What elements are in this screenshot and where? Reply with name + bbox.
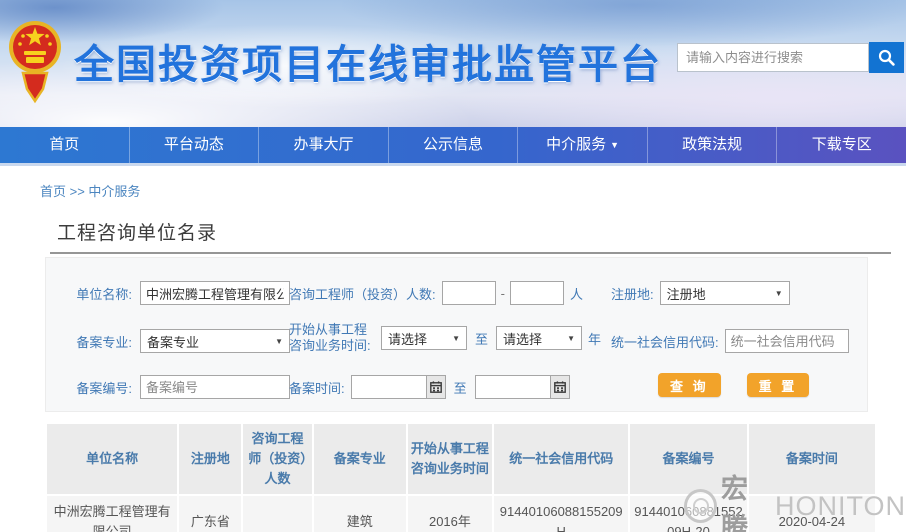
calendar-to-button[interactable] xyxy=(550,375,570,399)
cell-start-time: 2016年 xyxy=(408,496,492,532)
nav-item-policies[interactable]: 政策法规 xyxy=(648,127,778,163)
engineer-count-max-input[interactable] xyxy=(510,281,564,305)
engineer-count-min-input[interactable] xyxy=(442,281,496,305)
column-header-credit-code: 统一社会信用代码 xyxy=(494,424,628,494)
site-header: 全国投资项目在线审批监管平台 xyxy=(0,0,906,127)
selected-value: 注册地 xyxy=(667,284,706,303)
cell-record-major: 建筑 xyxy=(314,496,406,532)
record-major-select[interactable]: 备案专业 ▼ xyxy=(140,329,290,353)
record-time-from-input[interactable] xyxy=(351,375,427,399)
site-title: 全国投资项目在线审批监管平台 xyxy=(74,32,662,90)
record-time-to-input[interactable] xyxy=(475,375,551,399)
column-header-record-time: 备案时间 xyxy=(749,424,875,494)
results-table: 单位名称 注册地 咨询工程师（投资）人数 备案专业 开始从事工程咨询业务时间 统… xyxy=(45,422,877,532)
title-divider xyxy=(50,252,891,254)
nav-label: 办事大厅 xyxy=(293,136,353,153)
chevron-down-icon: ▼ xyxy=(610,140,619,150)
column-header-register-area: 注册地 xyxy=(179,424,241,494)
cell-register-area: 广东省 xyxy=(179,496,241,532)
nav-item-public-info[interactable]: 公示信息 xyxy=(389,127,519,163)
credit-code-group: 统一社会信用代码: xyxy=(611,328,849,354)
register-area-label: 注册地: xyxy=(611,284,654,303)
main-nav: 首页 平台动态 办事大厅 公示信息 中介服务 ▼ 政策法规 下载专区 xyxy=(0,127,906,166)
unit-name-group: 单位名称: xyxy=(64,280,290,306)
start-year-to-select[interactable]: 请选择 ▼ xyxy=(496,326,582,350)
credit-code-input[interactable] xyxy=(725,329,849,353)
search-button[interactable] xyxy=(869,42,904,73)
column-header-start-time: 开始从事工程咨询业务时间 xyxy=(408,424,492,494)
nav-item-home[interactable]: 首页 xyxy=(0,127,130,163)
start-time-label-line1: 开始从事工程 xyxy=(289,322,367,337)
nav-item-service-hall[interactable]: 办事大厅 xyxy=(259,127,389,163)
unit-name-label: 单位名称: xyxy=(64,284,132,303)
to-connector: 至 xyxy=(475,329,488,348)
engineer-count-group: 咨询工程师（投资）人数: - 人 xyxy=(289,280,583,306)
reset-button[interactable]: 重 置 xyxy=(747,373,810,397)
unit-name-input[interactable] xyxy=(140,281,290,305)
nav-label: 下载专区 xyxy=(812,136,872,153)
chevron-down-icon: ▼ xyxy=(452,334,460,343)
nav-item-intermediary-service[interactable]: 中介服务 ▼ xyxy=(518,127,648,163)
search-icon xyxy=(878,49,895,66)
table-header-row: 单位名称 注册地 咨询工程师（投资）人数 备案专业 开始从事工程咨询业务时间 统… xyxy=(47,424,875,494)
record-time-group: 备案时间: 至 xyxy=(289,374,570,400)
page-title: 工程咨询单位名录 xyxy=(57,218,217,245)
nav-item-platform-news[interactable]: 平台动态 xyxy=(130,127,260,163)
column-header-record-number: 备案编号 xyxy=(630,424,746,494)
breadcrumb[interactable]: 首页 >> 中介服务 xyxy=(40,181,140,200)
selected-value: 请选择 xyxy=(503,329,542,348)
credit-code-label: 统一社会信用代码: xyxy=(611,332,719,351)
engineer-count-label: 咨询工程师（投资）人数: xyxy=(289,284,436,303)
cell-record-number: 91440106088155209H-20 xyxy=(630,496,746,532)
record-number-group: 备案编号: xyxy=(64,374,290,400)
chevron-down-icon: ▼ xyxy=(775,289,783,298)
column-header-unit-name: 单位名称 xyxy=(47,424,177,494)
start-time-group: 开始从事工程 咨询业务时间: 请选择 ▼ 至 请选择 ▼ 年 xyxy=(289,320,601,356)
record-time-label: 备案时间: xyxy=(289,378,345,397)
column-header-record-major: 备案专业 xyxy=(314,424,406,494)
to-connector: 至 xyxy=(454,378,467,397)
nav-label: 公示信息 xyxy=(423,136,483,153)
chevron-down-icon: ▼ xyxy=(567,334,575,343)
engineer-count-unit: 人 xyxy=(570,284,583,303)
form-actions: 查 询 重 置 xyxy=(658,372,809,398)
nav-label: 首页 xyxy=(49,136,79,153)
year-unit: 年 xyxy=(588,329,601,348)
calendar-icon xyxy=(430,381,442,393)
query-button[interactable]: 查 询 xyxy=(658,373,721,397)
national-emblem-icon xyxy=(8,11,62,107)
selected-value: 请选择 xyxy=(388,329,427,348)
record-major-group: 备案专业: 备案专业 ▼ xyxy=(64,328,290,354)
chevron-down-icon: ▼ xyxy=(275,337,283,346)
record-number-input[interactable] xyxy=(140,375,290,399)
search-input[interactable] xyxy=(677,43,869,72)
register-area-select[interactable]: 注册地 ▼ xyxy=(660,281,790,305)
calendar-from-button[interactable] xyxy=(426,375,446,399)
start-time-label: 开始从事工程 咨询业务时间: xyxy=(289,322,375,354)
filter-panel: 单位名称: 咨询工程师（投资）人数: - 人 注册地: 注册地 ▼ 备案专业: … xyxy=(45,257,868,412)
start-time-label-line2: 咨询业务时间: xyxy=(289,338,371,353)
header-search xyxy=(677,42,904,73)
nav-label: 中介服务 xyxy=(546,136,606,153)
table-row: 中洲宏腾工程管理有限公司 广东省 建筑 2016年 91440106088155… xyxy=(47,496,875,532)
cell-credit-code: 91440106088155209H xyxy=(494,496,628,532)
register-area-group: 注册地: 注册地 ▼ xyxy=(611,280,790,306)
nav-label: 政策法规 xyxy=(682,136,742,153)
nav-item-downloads[interactable]: 下载专区 xyxy=(777,127,906,163)
calendar-icon xyxy=(554,381,566,393)
record-major-label: 备案专业: xyxy=(64,332,132,351)
cell-unit-name: 中洲宏腾工程管理有限公司 xyxy=(47,496,177,532)
nav-label: 平台动态 xyxy=(164,136,224,153)
start-year-from-select[interactable]: 请选择 ▼ xyxy=(381,326,467,350)
cell-record-time: 2020-04-24 xyxy=(749,496,875,532)
record-number-label: 备案编号: xyxy=(64,378,132,397)
range-separator: - xyxy=(501,286,505,301)
selected-value: 备案专业 xyxy=(147,332,199,351)
cell-engineer-count xyxy=(243,496,311,532)
page: 全国投资项目在线审批监管平台 首页 平台动态 办事大厅 公示信息 中介服务 ▼ 政… xyxy=(0,0,906,532)
column-header-engineer-count: 咨询工程师（投资）人数 xyxy=(243,424,311,494)
